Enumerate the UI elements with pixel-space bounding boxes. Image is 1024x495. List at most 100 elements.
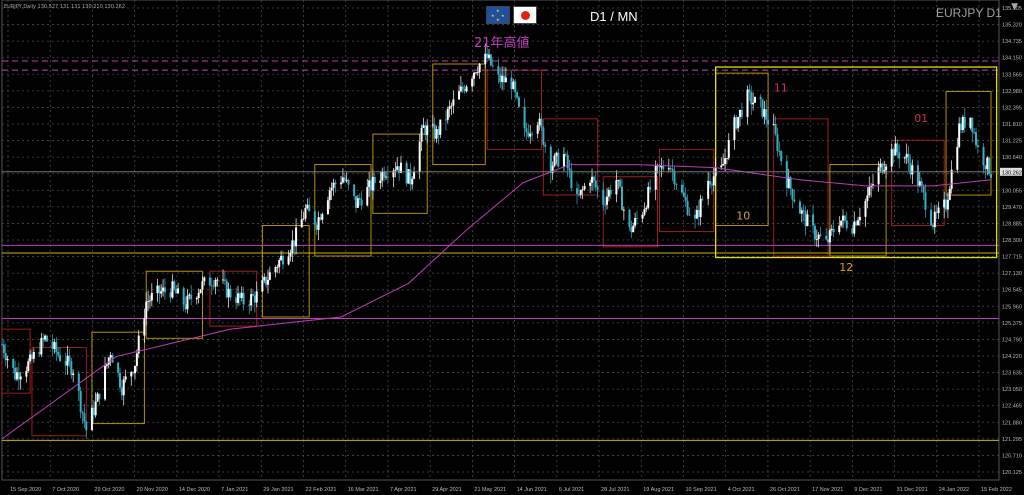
- candle-body: [223, 279, 226, 281]
- candle-body: [501, 75, 504, 83]
- candle-body: [25, 370, 28, 377]
- x-tick-label: 4 Oct 2021: [728, 487, 755, 493]
- candle-body: [293, 240, 296, 247]
- candle-body: [877, 167, 880, 185]
- candle-body: [328, 190, 331, 201]
- candle-body: [853, 221, 856, 234]
- candle-body: [473, 72, 476, 79]
- candle-body: [945, 199, 948, 210]
- candle-body: [649, 186, 652, 190]
- candle-body: [759, 96, 762, 100]
- candle-body: [634, 218, 637, 226]
- y-tick-label: 121.295: [1002, 437, 1022, 443]
- candle-body: [697, 210, 700, 217]
- candle-body: [568, 168, 571, 171]
- candle-body: [592, 176, 595, 181]
- candle-body: [591, 176, 594, 183]
- candle-body: [27, 361, 30, 371]
- candle-body: [669, 168, 672, 170]
- y-tick-label: 132.395: [1002, 105, 1022, 111]
- ohlc-info-line: EURJPY,Daily 130.527 131.131 130.210 130…: [4, 4, 126, 10]
- candle-body: [694, 214, 697, 219]
- candle-body: [420, 127, 423, 142]
- candle-body: [684, 196, 687, 201]
- candle-body: [405, 162, 408, 184]
- candle-body: [497, 66, 500, 75]
- candle-body: [763, 109, 766, 117]
- candle-body: [450, 105, 453, 107]
- candle-body: [765, 109, 768, 120]
- candle-body: [212, 285, 215, 287]
- candle-body: [806, 214, 809, 227]
- candle-body: [250, 294, 253, 306]
- candle-body: [701, 198, 704, 200]
- candle-body: [630, 227, 633, 233]
- candle-body: [281, 255, 284, 265]
- candle-body: [287, 256, 290, 265]
- candle-body: [214, 279, 217, 287]
- candle-body: [175, 288, 178, 294]
- chart-annotation: 01: [914, 112, 928, 125]
- candle-body: [366, 187, 369, 206]
- candle-body: [12, 358, 15, 368]
- candle-body: [576, 188, 579, 194]
- candle-body: [150, 292, 153, 301]
- candle-body: [791, 189, 794, 200]
- candle-body: [722, 163, 725, 166]
- candle-body: [384, 176, 387, 178]
- candle-body: [45, 335, 48, 342]
- y-tick-label: 134.735: [1002, 39, 1022, 45]
- candle-body: [92, 407, 95, 416]
- candle-body: [971, 117, 974, 132]
- candle-body: [394, 169, 397, 171]
- candle-body: [785, 161, 788, 188]
- candle-body: [604, 204, 607, 206]
- x-tick-label: 10 Sep 2021: [685, 487, 716, 493]
- x-tick-label: 14 Jun 2021: [517, 487, 547, 493]
- y-tick-label: 125.375: [1002, 321, 1022, 327]
- candle-body: [458, 91, 461, 100]
- candle-body: [44, 335, 47, 340]
- candle-body: [133, 365, 136, 374]
- candle-body: [399, 162, 402, 173]
- candle-body: [555, 152, 558, 156]
- eu-flag-icon: ★ ★ ★ ★: [486, 6, 510, 24]
- candle-body: [439, 119, 442, 135]
- candle-body: [727, 140, 730, 159]
- candle-body: [686, 200, 689, 215]
- chart-header: EURJPY,Daily 130.527 131.131 130.210 130…: [0, 0, 1024, 30]
- candle-body: [737, 116, 740, 129]
- candle-body: [562, 154, 565, 167]
- candle-body: [261, 280, 264, 292]
- candle-body: [961, 116, 964, 130]
- candle-body: [188, 294, 191, 296]
- candle-body: [827, 239, 830, 243]
- candle-body: [321, 214, 324, 220]
- japan-flag-icon: [513, 6, 537, 24]
- candle-body: [720, 165, 723, 168]
- candle-body: [77, 373, 80, 391]
- x-tick-label: 6 Jul 2021: [559, 487, 584, 493]
- window-menu-icon[interactable]: ▼: [1011, 2, 1018, 12]
- candle-body: [898, 152, 901, 159]
- candle-body: [699, 198, 702, 217]
- candle-body: [300, 219, 303, 228]
- candle-body: [871, 184, 874, 186]
- candle-body: [237, 293, 240, 303]
- candle-body: [291, 240, 294, 253]
- candle-body: [1, 344, 3, 346]
- candle-body: [800, 210, 803, 214]
- candle-body: [622, 209, 625, 211]
- candle-body: [596, 187, 599, 190]
- candle-body: [798, 201, 801, 214]
- candle-body: [544, 144, 547, 147]
- candle-body: [343, 177, 346, 181]
- x-tick-label: 15 Feb 2022: [981, 487, 1012, 493]
- candle-body: [857, 220, 860, 226]
- candle-body: [461, 86, 464, 89]
- candle-body: [319, 217, 322, 220]
- candle-body: [17, 372, 20, 380]
- candle-body: [199, 289, 202, 293]
- candle-body: [186, 295, 189, 310]
- candle-body: [448, 106, 451, 109]
